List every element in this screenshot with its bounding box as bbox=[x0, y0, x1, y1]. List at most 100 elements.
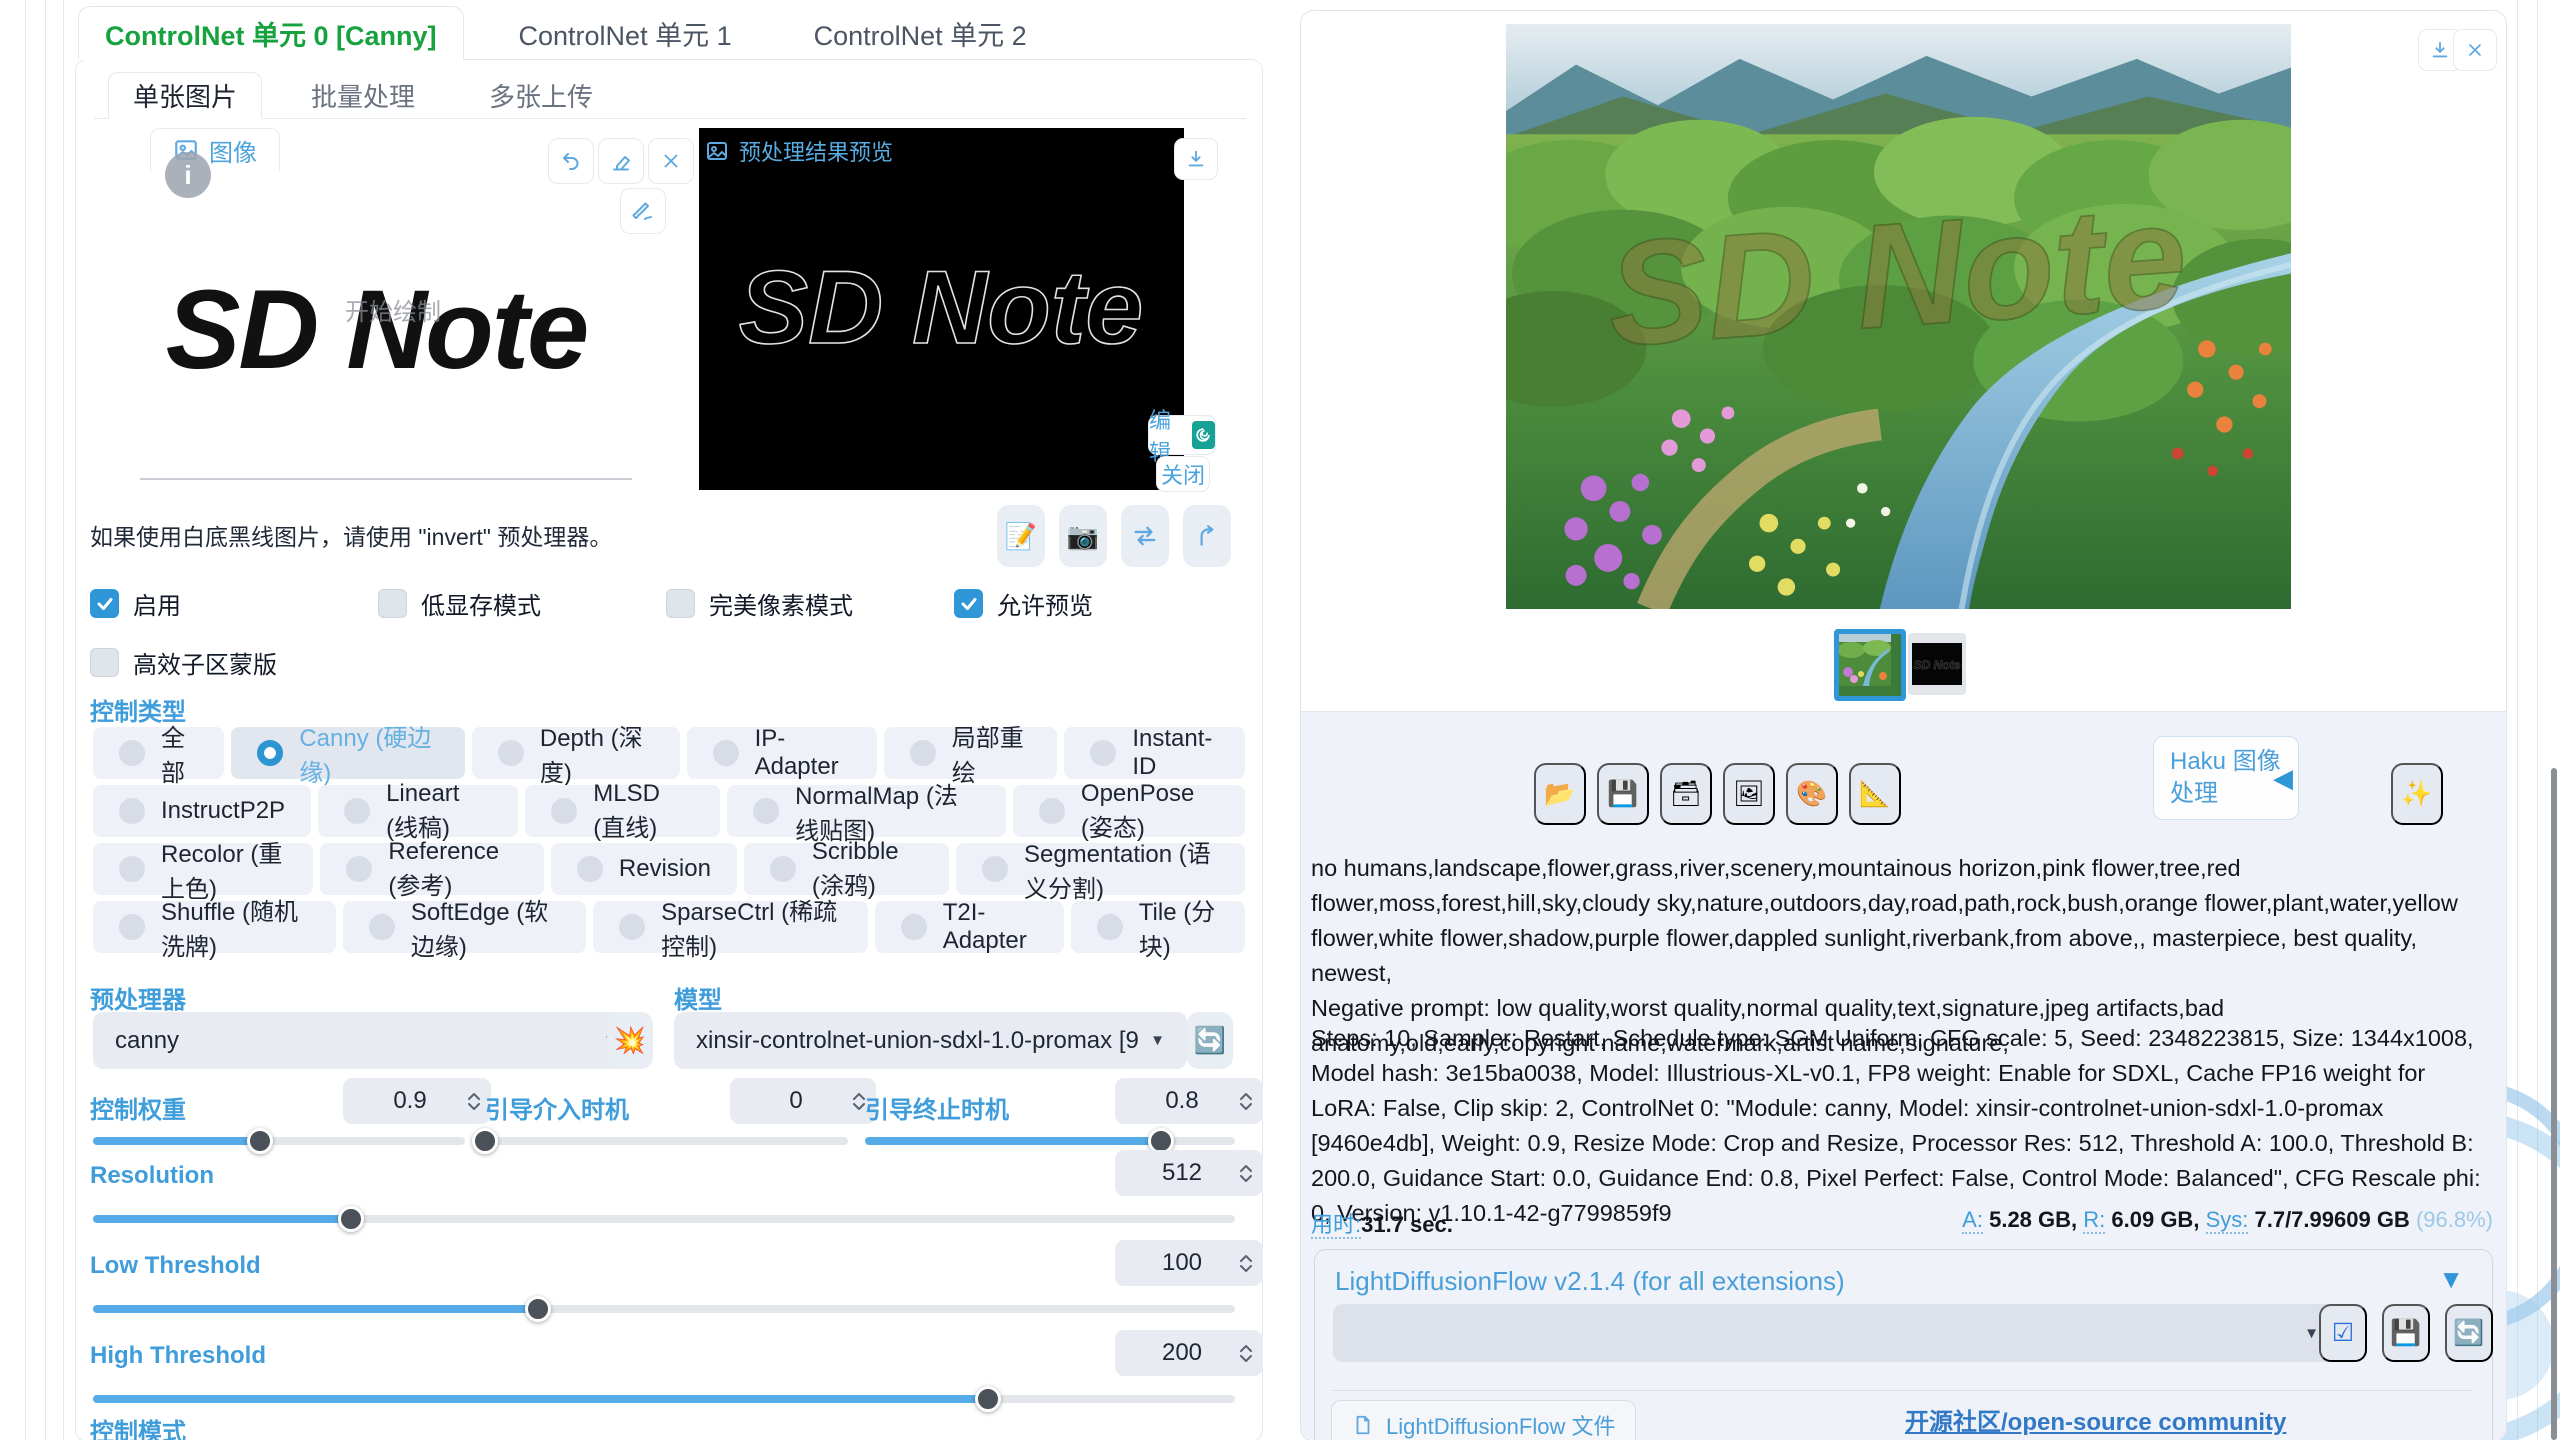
checkbox-icon[interactable] bbox=[378, 589, 407, 618]
checkbox-item[interactable]: 高效子区蒙版 bbox=[90, 645, 378, 680]
control-type-option[interactable]: Instant-ID bbox=[1064, 727, 1245, 779]
run-preprocessor-button[interactable]: 💥 bbox=[607, 1012, 653, 1069]
stepper-icon[interactable] bbox=[1239, 1254, 1253, 1273]
control-type-option[interactable]: OpenPose (姿态) bbox=[1013, 785, 1245, 837]
refresh-models-button[interactable]: 🔄 bbox=[1187, 1012, 1233, 1069]
control-type-option[interactable]: Scribble (涂鸦) bbox=[744, 843, 949, 895]
gallery-thumbnail-canny[interactable]: SD Note bbox=[1908, 633, 1966, 695]
slider-handle[interactable] bbox=[525, 1296, 551, 1322]
controlnet-unit-tab[interactable]: ControlNet 单元 0 [Canny] bbox=[78, 6, 464, 60]
lightflow-apply-button[interactable]: ☑ bbox=[2319, 1304, 2367, 1362]
close-gallery-button[interactable] bbox=[2453, 29, 2497, 71]
control-type-option[interactable]: Segmentation (语义分割) bbox=[956, 843, 1245, 895]
stepper-icon[interactable] bbox=[1239, 1092, 1253, 1111]
preprocessor-label: 预处理器 bbox=[90, 980, 186, 1015]
stepper-icon[interactable] bbox=[852, 1092, 866, 1111]
guidance-start-input[interactable]: 0 bbox=[730, 1078, 876, 1124]
lightflow-refresh-button[interactable]: 🔄 bbox=[2445, 1304, 2493, 1362]
control-type-option[interactable]: T2I-Adapter bbox=[875, 901, 1064, 953]
control-type-option[interactable]: IP-Adapter bbox=[687, 727, 877, 779]
control-type-option[interactable]: Reference (参考) bbox=[320, 843, 543, 895]
weight-slider[interactable] bbox=[93, 1128, 465, 1154]
control-type-option[interactable]: Shuffle (随机洗牌) bbox=[93, 901, 336, 953]
checkbox-icon[interactable] bbox=[90, 648, 119, 677]
close-preview-button[interactable]: 关闭 bbox=[1156, 456, 1210, 492]
guidance-end-input[interactable]: 0.8 bbox=[1115, 1078, 1263, 1124]
eraser-button[interactable] bbox=[598, 138, 644, 184]
input-mode-tab[interactable]: 单张图片 bbox=[108, 72, 262, 119]
send-to-inpaint-button[interactable]: 📐 bbox=[1849, 763, 1901, 825]
control-type-option[interactable]: MLSD (直线) bbox=[525, 785, 720, 837]
stepper-icon[interactable] bbox=[1239, 1164, 1253, 1183]
checkbox-item[interactable]: 完美像素模式 bbox=[666, 586, 954, 621]
clear-image-button[interactable] bbox=[648, 138, 694, 184]
guidance-start-slider[interactable] bbox=[485, 1128, 848, 1154]
checkbox-item[interactable]: 允许预览 bbox=[954, 586, 1242, 621]
control-type-option[interactable]: Revision bbox=[551, 843, 737, 895]
generated-image[interactable]: SD Note bbox=[1506, 24, 2291, 609]
save-image-button[interactable]: 💾 bbox=[1597, 763, 1649, 825]
info-icon[interactable]: i bbox=[165, 152, 211, 198]
checkbox-icon[interactable] bbox=[90, 589, 119, 618]
control-type-option[interactable]: InstructP2P bbox=[93, 785, 311, 837]
slider-handle[interactable] bbox=[247, 1128, 273, 1154]
control-type-option[interactable]: NormalMap (法线贴图) bbox=[727, 785, 1006, 837]
checkbox-icon[interactable] bbox=[954, 589, 983, 618]
resolution-input[interactable]: 512 bbox=[1115, 1150, 1263, 1196]
chevron-left-icon[interactable]: ◀ bbox=[2273, 763, 2293, 794]
control-type-option[interactable]: Canny (硬边缘) bbox=[231, 727, 465, 779]
stepper-icon[interactable] bbox=[1239, 1344, 1253, 1363]
input-mode-tab[interactable]: 批量处理 bbox=[286, 72, 440, 119]
swap-dimensions-button[interactable] bbox=[1121, 505, 1169, 567]
low-threshold-input[interactable]: 100 bbox=[1115, 1240, 1263, 1286]
source-image-canvas[interactable]: SD Note bbox=[100, 169, 653, 490]
send-dimensions-button[interactable] bbox=[1183, 505, 1231, 567]
open-folder-button[interactable]: 📂 bbox=[1534, 763, 1586, 825]
gallery-thumbnail-selected[interactable] bbox=[1834, 629, 1906, 701]
lightflow-save-button[interactable]: 💾 bbox=[2382, 1304, 2430, 1362]
preprocessor-dropdown[interactable]: canny ▼ bbox=[93, 1012, 640, 1069]
control-type-option[interactable]: Tile (分块) bbox=[1071, 901, 1245, 953]
weight-input[interactable]: 0.9 bbox=[343, 1078, 491, 1124]
download-preview-button[interactable] bbox=[1174, 138, 1218, 180]
brush-size-slider[interactable] bbox=[140, 478, 632, 480]
lightflow-file-button[interactable]: LightDiffusionFlow 文件 bbox=[1331, 1400, 1636, 1440]
control-type-option[interactable]: Recolor (重上色) bbox=[93, 843, 313, 895]
collapse-icon[interactable]: ▼ bbox=[2438, 1264, 2464, 1295]
sketch-button[interactable] bbox=[620, 188, 666, 234]
high-threshold-slider[interactable] bbox=[93, 1386, 1235, 1412]
edit-in-photopea-button[interactable]: 编辑 bbox=[1148, 415, 1216, 455]
save-zip-button[interactable]: 🗃 bbox=[1660, 763, 1712, 825]
control-type-option[interactable]: SparseCtrl (稀疏控制) bbox=[593, 901, 868, 953]
undo-button[interactable] bbox=[548, 138, 594, 184]
checkbox-icon[interactable] bbox=[666, 589, 695, 618]
resolution-slider[interactable] bbox=[93, 1206, 1235, 1232]
community-link[interactable]: 开源社区/open-source community bbox=[1905, 1402, 2286, 1437]
controlnet-unit-tab[interactable]: ControlNet 单元 2 bbox=[787, 6, 1054, 60]
control-type-option[interactable]: SoftEdge (软边缘) bbox=[343, 901, 586, 953]
control-type-option[interactable]: 全部 bbox=[93, 727, 224, 779]
control-type-option[interactable]: Depth (深度) bbox=[472, 727, 680, 779]
send-to-extras-button[interactable]: 🖼 bbox=[1723, 763, 1775, 825]
scrollbar[interactable] bbox=[2551, 768, 2557, 1440]
edit-note-button[interactable]: 📝 bbox=[997, 505, 1045, 567]
slider-handle[interactable] bbox=[338, 1206, 364, 1232]
input-mode-tab[interactable]: 多张上传 bbox=[464, 72, 618, 119]
control-type-option[interactable]: 局部重绘 bbox=[884, 727, 1058, 779]
checkbox-item[interactable]: 低显存模式 bbox=[378, 586, 666, 621]
low-threshold-slider[interactable] bbox=[93, 1296, 1235, 1322]
checkbox-item[interactable]: 启用 bbox=[90, 586, 378, 621]
stepper-icon[interactable] bbox=[467, 1092, 481, 1111]
enhance-button[interactable]: ✨ bbox=[2391, 763, 2443, 825]
model-dropdown[interactable]: xinsir-controlnet-union-sdxl-1.0-promax … bbox=[674, 1012, 1187, 1069]
send-to-img2img-button[interactable]: 🎨 bbox=[1786, 763, 1838, 825]
lightflow-dropdown[interactable]: ▼ bbox=[1333, 1304, 2339, 1362]
preprocessor-preview-canvas[interactable]: SD Note bbox=[699, 128, 1184, 490]
slider-handle[interactable] bbox=[975, 1386, 1001, 1412]
high-threshold-input[interactable]: 200 bbox=[1115, 1330, 1263, 1376]
control-type-option[interactable]: Lineart (线稿) bbox=[318, 785, 518, 837]
slider-handle[interactable] bbox=[472, 1128, 498, 1154]
controlnet-unit-tab[interactable]: ControlNet 单元 1 bbox=[492, 6, 759, 60]
webcam-button[interactable]: 📷 bbox=[1059, 505, 1107, 567]
radio-icon bbox=[770, 856, 796, 882]
